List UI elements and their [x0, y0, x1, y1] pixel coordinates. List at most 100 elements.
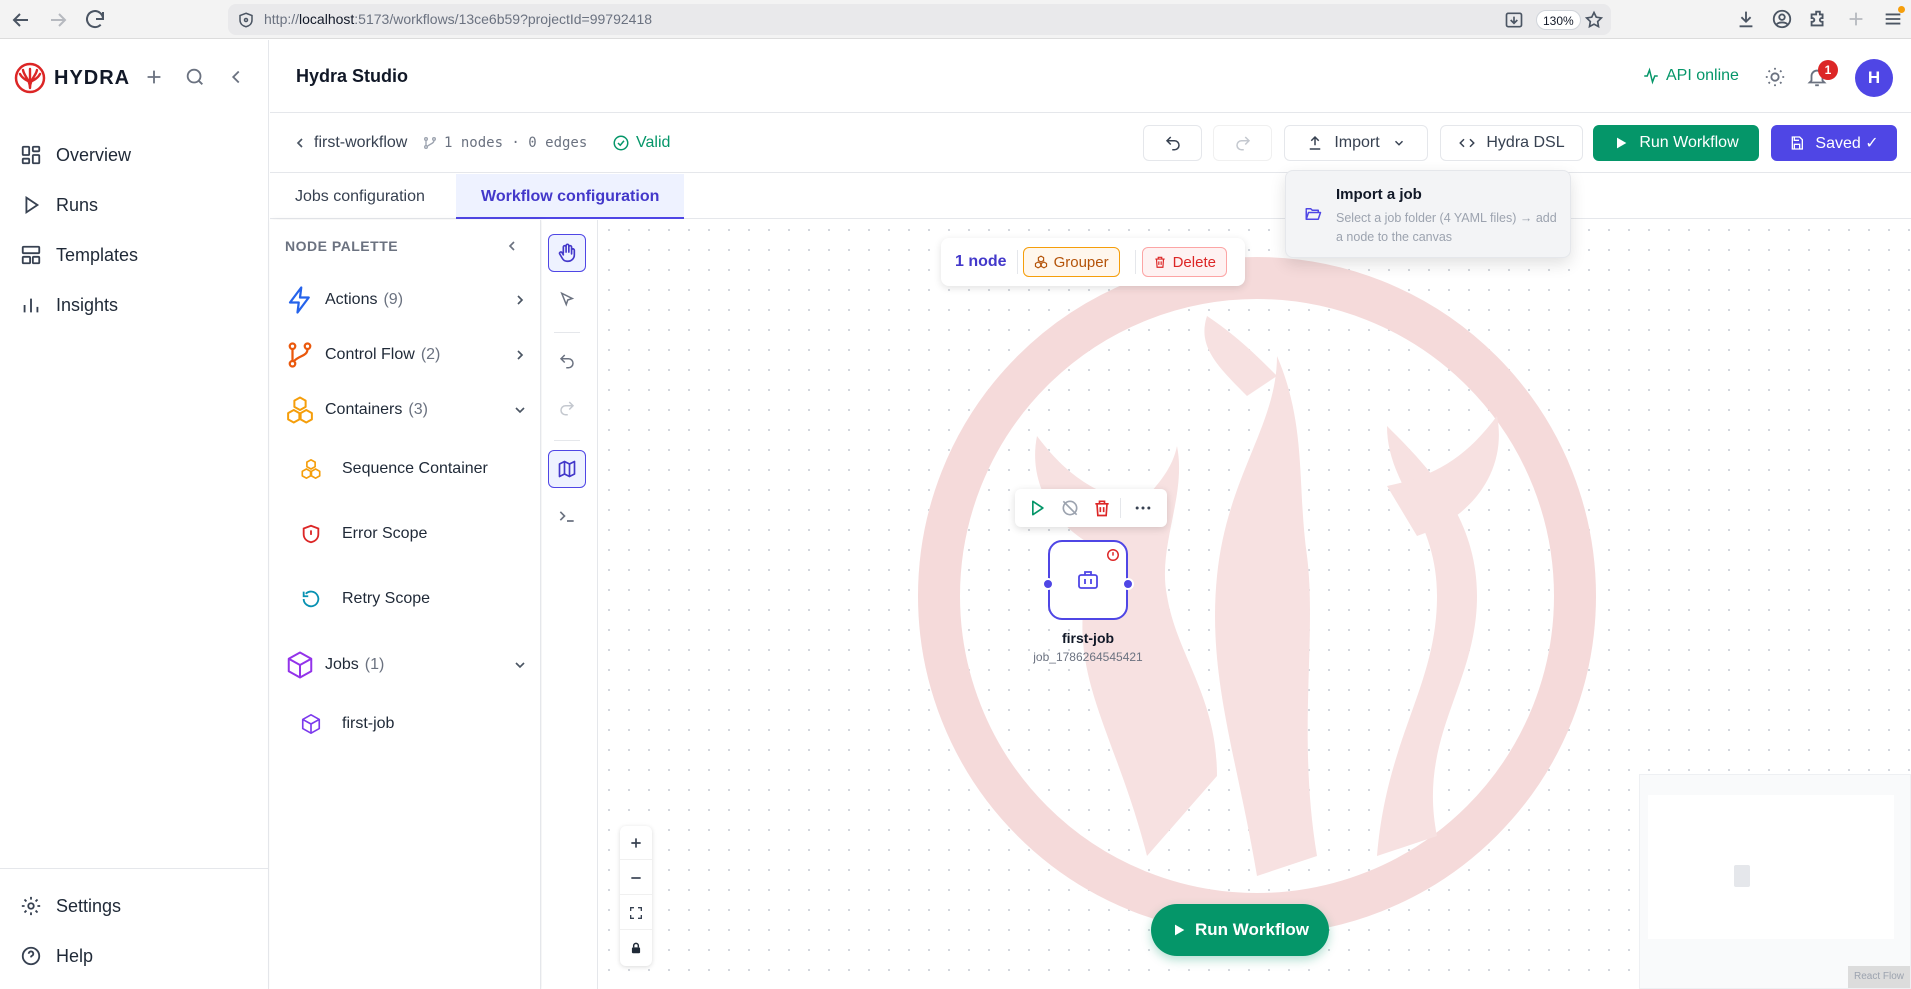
node-toolbar: [1015, 489, 1167, 527]
download-icon[interactable]: [1735, 8, 1757, 30]
palette-item-retry-scope[interactable]: Retry Scope: [300, 584, 430, 614]
palette-category-jobs[interactable]: Jobs (1): [285, 645, 530, 685]
sidebar-item-runs[interactable]: Runs: [0, 180, 268, 230]
app-sidebar: HYDRA Overview Runs Templates Insights S…: [0, 40, 269, 989]
sidebar-item-settings[interactable]: Settings: [0, 881, 268, 931]
sidebar-item-label: Help: [56, 945, 94, 966]
back-arrow-icon[interactable]: [9, 8, 33, 32]
import-button[interactable]: Import: [1284, 125, 1428, 161]
delete-node-icon[interactable]: [1092, 498, 1112, 518]
check-circle-icon: [613, 135, 629, 151]
breadcrumb[interactable]: first-workflow: [292, 134, 407, 152]
git-branch-icon: [424, 137, 436, 149]
node-output-handle[interactable]: [1122, 578, 1134, 590]
extensions-icon[interactable]: [1807, 8, 1829, 30]
branch-icon: [285, 340, 315, 370]
pan-tool-button[interactable]: [548, 234, 586, 272]
minimap-toggle-button[interactable]: [548, 450, 586, 488]
palette-item-first-job[interactable]: first-job: [300, 709, 394, 739]
react-flow-attribution[interactable]: React Flow: [1847, 966, 1910, 988]
zoom-level-badge[interactable]: 130%: [1536, 10, 1581, 30]
import-job-description: Select a job folder (4 YAML files) → add…: [1336, 211, 1557, 244]
package-icon: [285, 650, 315, 680]
delete-selection-button[interactable]: Delete: [1141, 247, 1227, 277]
chevron-right-icon: [512, 347, 528, 363]
sidebar-item-overview[interactable]: Overview: [0, 130, 268, 180]
palette-category-control-flow[interactable]: Control Flow (2): [285, 335, 530, 375]
collapse-sidebar-icon[interactable]: [225, 66, 247, 88]
node-input-handle[interactable]: [1042, 578, 1054, 590]
fit-view-button[interactable]: [620, 896, 652, 930]
canvas-undo-button[interactable]: [548, 342, 586, 380]
hand-icon: [558, 243, 576, 263]
zoom-in-button[interactable]: [620, 826, 652, 860]
palette-category-containers[interactable]: Containers (3): [285, 390, 530, 430]
undo-button[interactable]: [1143, 125, 1202, 161]
terminal-icon: [559, 511, 574, 522]
briefcase-icon: [1078, 571, 1098, 589]
plus-icon: [631, 837, 641, 848]
node-id: job_1786264545421: [1033, 650, 1143, 664]
star-icon[interactable]: [1584, 10, 1604, 30]
disable-node-icon[interactable]: [1060, 498, 1080, 518]
forward-arrow-icon[interactable]: [46, 8, 70, 32]
palette-item-sequence-container[interactable]: Sequence Container: [300, 454, 488, 484]
zoom-out-button[interactable]: [620, 861, 652, 895]
sidebar-item-templates[interactable]: Templates: [0, 230, 268, 280]
play-icon: [20, 194, 42, 216]
sidebar-item-label: Templates: [56, 244, 139, 265]
selection-divider: [1135, 250, 1136, 274]
palette-category-actions[interactable]: Actions (9): [285, 280, 530, 320]
redo-button[interactable]: [1213, 125, 1272, 161]
menu-icon[interactable]: [1882, 6, 1905, 30]
new-tab-icon[interactable]: [1845, 8, 1867, 30]
canvas-tool-strip: [542, 220, 598, 989]
config-tabs: Jobs configuration Workflow configuratio…: [270, 174, 1911, 219]
search-icon[interactable]: [184, 66, 206, 88]
sidebar-item-help[interactable]: Help: [0, 931, 268, 981]
reload-icon[interactable]: [83, 8, 107, 32]
theme-toggle-icon[interactable]: [1764, 66, 1786, 88]
boxes-icon: [285, 395, 315, 425]
profile-icon[interactable]: [1771, 8, 1793, 30]
run-workflow-floating-button[interactable]: Run Workflow: [1151, 904, 1329, 956]
brand[interactable]: HYDRA: [14, 62, 130, 94]
run-node-icon[interactable]: [1027, 498, 1047, 518]
boxes-icon: [1034, 255, 1047, 269]
package-icon: [300, 713, 322, 735]
cursor-icon: [560, 291, 575, 307]
page-title: Hydra Studio: [296, 66, 409, 86]
plus-icon[interactable]: [143, 66, 165, 88]
chevron-down-icon: [512, 402, 528, 418]
terminal-button[interactable]: [548, 497, 586, 535]
hydra-logo-icon: [14, 62, 46, 94]
lock-view-button[interactable]: [620, 931, 652, 965]
grouper-button[interactable]: Grouper: [1022, 247, 1120, 277]
minimap[interactable]: React Flow: [1639, 774, 1911, 989]
run-workflow-button[interactable]: Run Workflow: [1593, 125, 1759, 161]
avatar[interactable]: H: [1855, 59, 1893, 97]
canvas-redo-button[interactable]: [548, 389, 586, 427]
import-job-option[interactable]: Import a job: [1336, 186, 1422, 203]
more-options-icon[interactable]: [1133, 498, 1153, 518]
tab-jobs-configuration[interactable]: Jobs configuration: [270, 174, 450, 219]
workflow-canvas[interactable]: 1 node Grouper Delete first-job job_1786…: [599, 220, 1911, 989]
chevron-right-icon: [512, 292, 528, 308]
site-security-icon[interactable]: [237, 11, 255, 29]
save-page-icon[interactable]: [1504, 10, 1524, 30]
palette-item-error-scope[interactable]: Error Scope: [300, 519, 427, 549]
address-bar[interactable]: http://localhost:5173/workflows/13ce6b59…: [228, 4, 1611, 35]
tab-workflow-configuration[interactable]: Workflow configuration: [456, 174, 685, 219]
redo-icon: [1235, 136, 1250, 151]
validation-status: Valid: [612, 134, 670, 152]
hydra-dsl-button[interactable]: Hydra DSL: [1440, 125, 1583, 161]
workflow-toolbar: first-workflow 1 nodes · 0 edges Valid I…: [270, 114, 1911, 173]
redo-icon: [560, 401, 575, 416]
saved-button[interactable]: Saved ✓: [1771, 125, 1897, 161]
play-icon: [1175, 924, 1185, 936]
collapse-palette-icon[interactable]: [504, 238, 520, 254]
select-tool-button[interactable]: [548, 281, 586, 319]
selection-bar: 1 node Grouper Delete: [941, 238, 1245, 286]
workflow-node-first-job[interactable]: [1042, 540, 1134, 620]
sidebar-item-insights[interactable]: Insights: [0, 280, 268, 330]
